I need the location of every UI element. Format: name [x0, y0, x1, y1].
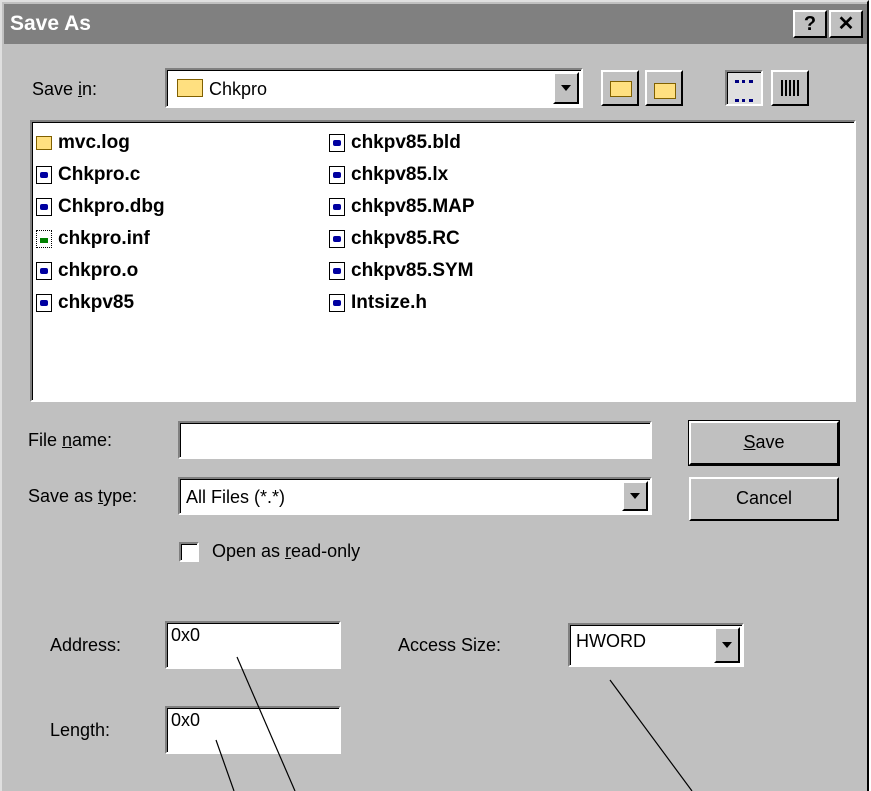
length-callout-line — [215, 739, 235, 791]
address-callout-line — [236, 656, 296, 791]
access-size-callout-line — [609, 679, 693, 791]
callout-lines — [215, 656, 693, 791]
